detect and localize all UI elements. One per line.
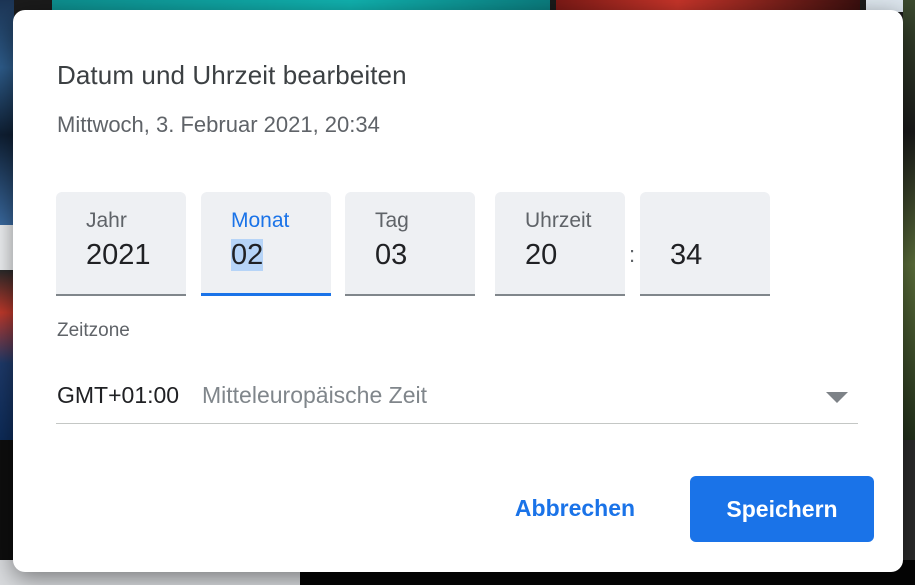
timezone-name: Mitteleuropäische Zeit (202, 382, 427, 408)
background-photo (0, 225, 14, 270)
background-photo (903, 0, 915, 440)
dialog-subtitle: Mittwoch, 3. Februar 2021, 20:34 (57, 112, 380, 137)
minute-field[interactable]: 34 (640, 192, 770, 296)
timezone-label: Zeitzone (57, 320, 130, 341)
day-field[interactable]: Tag 03 (345, 192, 475, 296)
year-label: Jahr (86, 209, 127, 232)
dialog-title: Datum und Uhrzeit bearbeiten (57, 60, 407, 90)
save-button[interactable]: Speichern (690, 476, 874, 542)
minute-value[interactable]: 34 (670, 239, 702, 272)
hour-value[interactable]: 20 (525, 239, 557, 272)
dropdown-arrow-icon[interactable] (826, 392, 848, 403)
background-photo (0, 270, 14, 440)
year-value[interactable]: 2021 (86, 239, 151, 272)
month-value-selection[interactable]: 02 (231, 239, 264, 271)
day-label: Tag (375, 209, 409, 232)
edit-date-time-dialog: Datum und Uhrzeit bearbeiten Mittwoch, 3… (13, 10, 903, 572)
cancel-button[interactable]: Abbrechen (491, 476, 659, 540)
timezone-select[interactable]: GMT+01:00 Mitteleuropäische Zeit (56, 372, 858, 424)
month-field[interactable]: Monat 02 (201, 192, 331, 296)
background-photo (0, 0, 14, 225)
hour-label: Uhrzeit (525, 209, 592, 232)
time-separator: : (629, 242, 636, 267)
day-value[interactable]: 03 (375, 239, 407, 272)
month-label: Monat (231, 209, 290, 232)
hour-field[interactable]: Uhrzeit 20 (495, 192, 625, 296)
month-value[interactable]: 02 (231, 239, 264, 272)
timezone-offset: GMT+01:00 (57, 382, 180, 408)
year-field[interactable]: Jahr 2021 (56, 192, 186, 296)
